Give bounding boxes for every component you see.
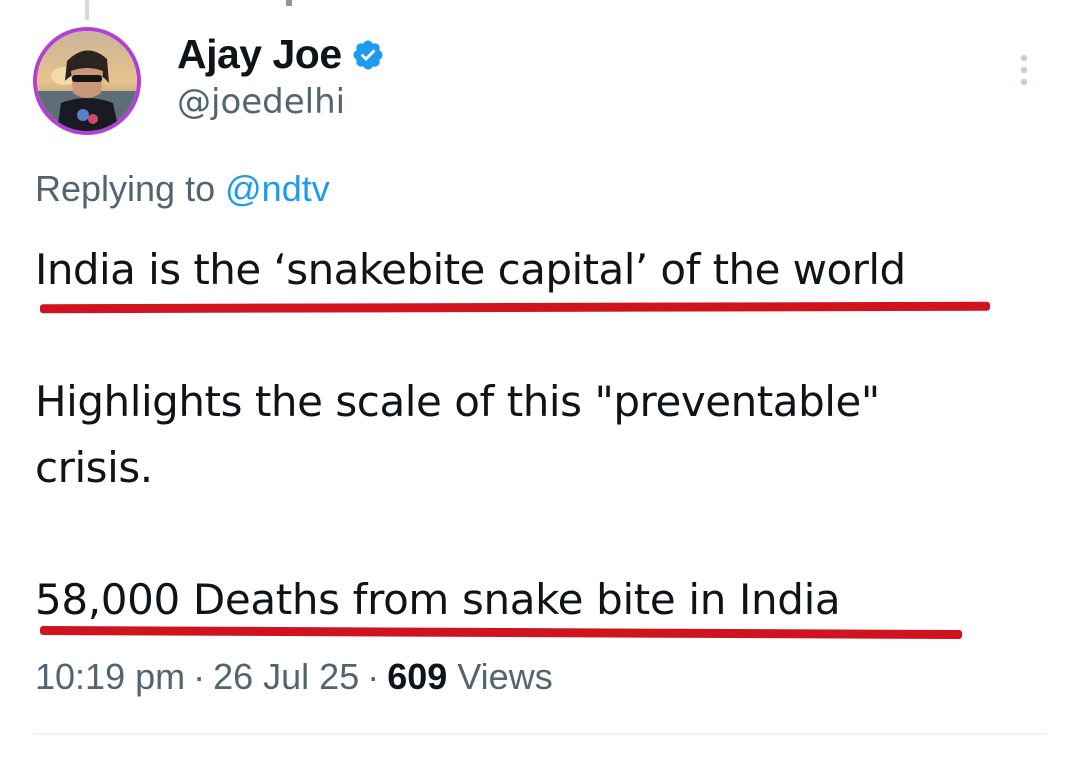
meta-separator: ·: [193, 656, 206, 697]
tweet-time[interactable]: 10:19 pm: [35, 656, 185, 697]
tweet-text-line: Highlights the scale of this "preventabl…: [35, 377, 880, 426]
tweet-text-line: crisis.: [35, 443, 153, 492]
replying-to-label: Replying to: [35, 168, 216, 209]
divider: [33, 733, 1047, 735]
tweet-date[interactable]: 26 Jul 25: [213, 656, 359, 697]
thread-fragment: [286, 0, 292, 6]
meta-separator: ·: [367, 656, 380, 697]
avatar[interactable]: [33, 27, 141, 135]
more-options-icon[interactable]: [1010, 50, 1038, 90]
tweet-text-line: 58,000 Deaths from snake bite in India: [35, 575, 841, 624]
author-display-name[interactable]: Ajay Joe: [177, 30, 342, 78]
views-count[interactable]: 609: [387, 656, 447, 697]
replying-to-line: Replying to @ndtv: [35, 167, 330, 211]
tweet-text-line: India is the ‘snakebite capital’ of the …: [35, 245, 906, 294]
replying-to-mention-link[interactable]: @ndtv: [225, 168, 330, 209]
thread-connector-line: [85, 0, 89, 20]
avatar-image: [37, 31, 137, 131]
author-handle[interactable]: @joedelhi: [177, 80, 345, 124]
views-label: Views: [457, 656, 553, 697]
tweet-meta: 10:19 pm · 26 Jul 25 · 609 Views: [35, 654, 553, 700]
red-underline-annotation: [39, 301, 991, 314]
verified-badge-icon: [353, 40, 383, 70]
